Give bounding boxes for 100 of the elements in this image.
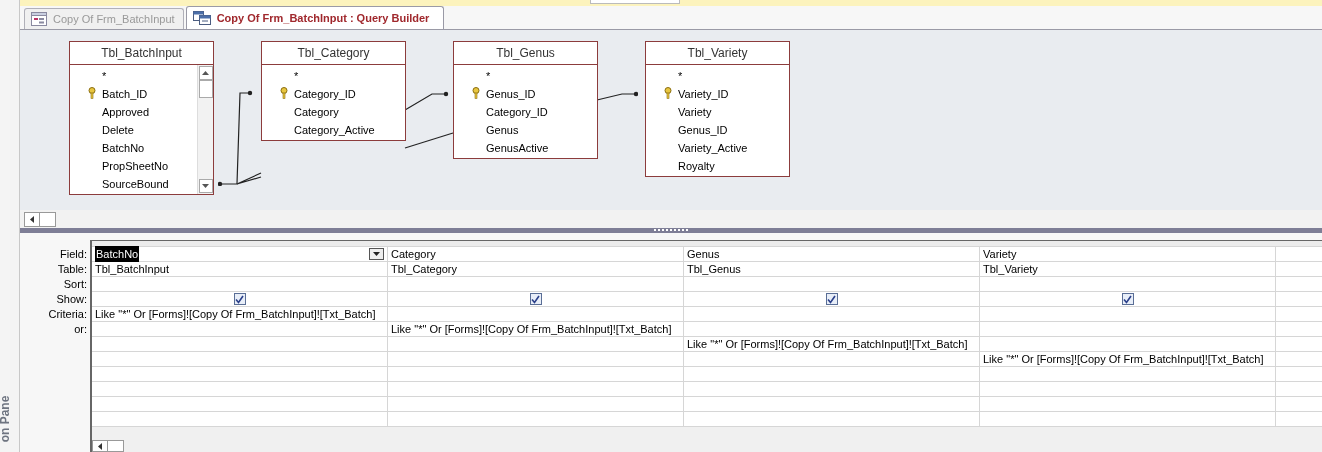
show-checkbox[interactable] <box>529 293 542 305</box>
field-name[interactable]: Variety_ID <box>678 88 729 100</box>
table-cell[interactable]: Tbl_Category <box>388 262 684 277</box>
relationship-line[interactable] <box>404 132 454 149</box>
grid-cell[interactable] <box>684 307 980 322</box>
grid-cell[interactable] <box>388 307 684 322</box>
grid-cell[interactable] <box>980 337 1276 352</box>
grid-cell[interactable] <box>980 382 1276 397</box>
criteria-cell[interactable]: Like "*" Or [Forms]![Copy Of Frm_BatchInput]![Txt_Batch] <box>684 337 980 352</box>
grid-cell[interactable] <box>388 397 684 412</box>
field-cell[interactable]: BatchNo <box>92 247 388 262</box>
row-label: Table: <box>57 262 87 277</box>
field-name[interactable]: Approved <box>102 106 150 118</box>
field-name[interactable]: Genus_ID <box>678 124 728 136</box>
table-title: Tbl_Variety <box>646 42 789 65</box>
grid-cell[interactable] <box>684 352 980 367</box>
grid-cell[interactable] <box>92 277 388 292</box>
query-icon <box>192 11 211 25</box>
relationship-line[interactable] <box>596 91 638 101</box>
field-name[interactable]: Royalty <box>678 160 715 172</box>
field-name[interactable]: PropSheetNo <box>102 160 169 172</box>
vertical-scrollbar[interactable] <box>197 65 213 194</box>
grid-cell[interactable] <box>388 382 684 397</box>
show-checkbox[interactable] <box>1121 293 1134 305</box>
field-name[interactable]: Variety_Active <box>678 142 748 154</box>
grid-cell[interactable] <box>980 397 1276 412</box>
scroll-thumb[interactable] <box>40 211 56 227</box>
grid-cell[interactable] <box>684 277 980 292</box>
grid-cell[interactable] <box>388 277 684 292</box>
grid-cell[interactable] <box>684 397 980 412</box>
horizontal-scrollbar[interactable] <box>20 210 1322 228</box>
grid-cell[interactable] <box>684 322 980 337</box>
grid-cell[interactable] <box>980 277 1276 292</box>
dropdown-icon[interactable] <box>369 248 384 260</box>
grid-cell[interactable] <box>92 382 388 397</box>
field-name[interactable]: Category_ID <box>294 88 356 100</box>
field-name[interactable]: Variety <box>678 106 712 118</box>
grid-cell[interactable] <box>92 367 388 382</box>
grid-cell[interactable] <box>684 382 980 397</box>
scroll-thumb[interactable] <box>198 80 213 98</box>
grid-cell[interactable] <box>92 337 388 352</box>
field-name[interactable]: GenusActive <box>486 142 549 154</box>
table-cell[interactable]: Tbl_Genus <box>684 262 980 277</box>
show-cell[interactable] <box>684 292 980 307</box>
row-label: Show: <box>56 292 87 307</box>
table-cell[interactable]: Tbl_Variety <box>980 262 1276 277</box>
field-name[interactable]: Category_Active <box>294 124 375 136</box>
show-checkbox[interactable] <box>233 293 246 305</box>
criteria-cell[interactable]: Like "*" Or [Forms]![Copy Of Frm_BatchInput]![Txt_Batch] <box>92 307 388 322</box>
show-cell[interactable] <box>388 292 684 307</box>
show-cell[interactable] <box>980 292 1276 307</box>
grid-cell[interactable] <box>684 367 980 382</box>
field-name[interactable]: BatchNo <box>102 142 145 154</box>
navigation-pane-label[interactable]: on Pane <box>0 395 15 443</box>
table-field-list[interactable]: Tbl_Genus * Genus_ID Category_ID Genus GenusActive <box>453 41 598 159</box>
table-field-list[interactable]: Tbl_Variety * Variety_ID Variety Genus_ID Variety_Active Royalty <box>645 41 790 177</box>
relationship-line[interactable] <box>404 91 449 111</box>
grid-cell[interactable] <box>388 337 684 352</box>
field-name[interactable]: Genus <box>486 124 519 136</box>
grid-cell[interactable] <box>388 352 684 367</box>
field-cell[interactable]: Genus <box>684 247 980 262</box>
document-tab[interactable]: Copy Of Frm_BatchInput : Query Builder <box>185 6 445 29</box>
grid-cell[interactable] <box>980 367 1276 382</box>
field-name[interactable]: Genus_ID <box>486 88 536 100</box>
field-name[interactable]: * <box>678 70 683 82</box>
table-field-list[interactable]: Tbl_Category * Category_ID Category Category_Active <box>261 41 406 141</box>
field-name[interactable]: * <box>102 70 107 82</box>
field-name[interactable]: Category <box>294 106 339 118</box>
field-name[interactable]: Batch_ID <box>102 88 148 100</box>
table-field-list[interactable]: Tbl_BatchInput * Batch_ID Approved Delete BatchNo PropSheetNo SourceBound <box>69 41 214 195</box>
field-name[interactable]: Category_ID <box>486 106 548 118</box>
relationship-line[interactable] <box>236 172 262 185</box>
navigation-pane[interactable]: on Pane <box>0 0 20 452</box>
relationship-line[interactable] <box>218 90 253 186</box>
grid-cell[interactable] <box>980 322 1276 337</box>
table-title: Tbl_Category <box>262 42 405 65</box>
grid-cell[interactable] <box>980 307 1276 322</box>
horizontal-scrollbar[interactable] <box>92 427 1322 452</box>
criteria-cell[interactable]: Like "*" Or [Forms]![Copy Of Frm_BatchInput]![Txt_Batch] <box>388 322 684 337</box>
criteria-cell[interactable]: Like "*" Or [Forms]![Copy Of Frm_BatchInput]![Txt_Batch] <box>980 352 1276 367</box>
show-cell[interactable] <box>92 292 388 307</box>
field-cell[interactable]: Variety <box>980 247 1276 262</box>
field-name[interactable]: Delete <box>102 124 134 136</box>
grid-cell[interactable] <box>92 397 388 412</box>
field-name[interactable]: SourceBound <box>102 178 169 190</box>
show-checkbox[interactable] <box>825 293 838 305</box>
grid-cell[interactable] <box>388 367 684 382</box>
scroll-left-icon[interactable] <box>92 440 108 452</box>
grid-cell[interactable] <box>92 322 388 337</box>
scroll-left-icon[interactable] <box>24 211 40 227</box>
field-cell[interactable]: Category <box>388 247 684 262</box>
field-name[interactable]: * <box>486 70 491 82</box>
row-label: or: <box>74 322 87 337</box>
scroll-up-icon[interactable] <box>198 66 213 80</box>
scroll-down-icon[interactable] <box>198 179 213 193</box>
scroll-thumb[interactable] <box>108 440 124 452</box>
field-name[interactable]: * <box>294 70 299 82</box>
table-title: Tbl_BatchInput <box>70 42 213 65</box>
table-cell[interactable]: Tbl_BatchInput <box>92 262 388 277</box>
grid-cell[interactable] <box>92 352 388 367</box>
